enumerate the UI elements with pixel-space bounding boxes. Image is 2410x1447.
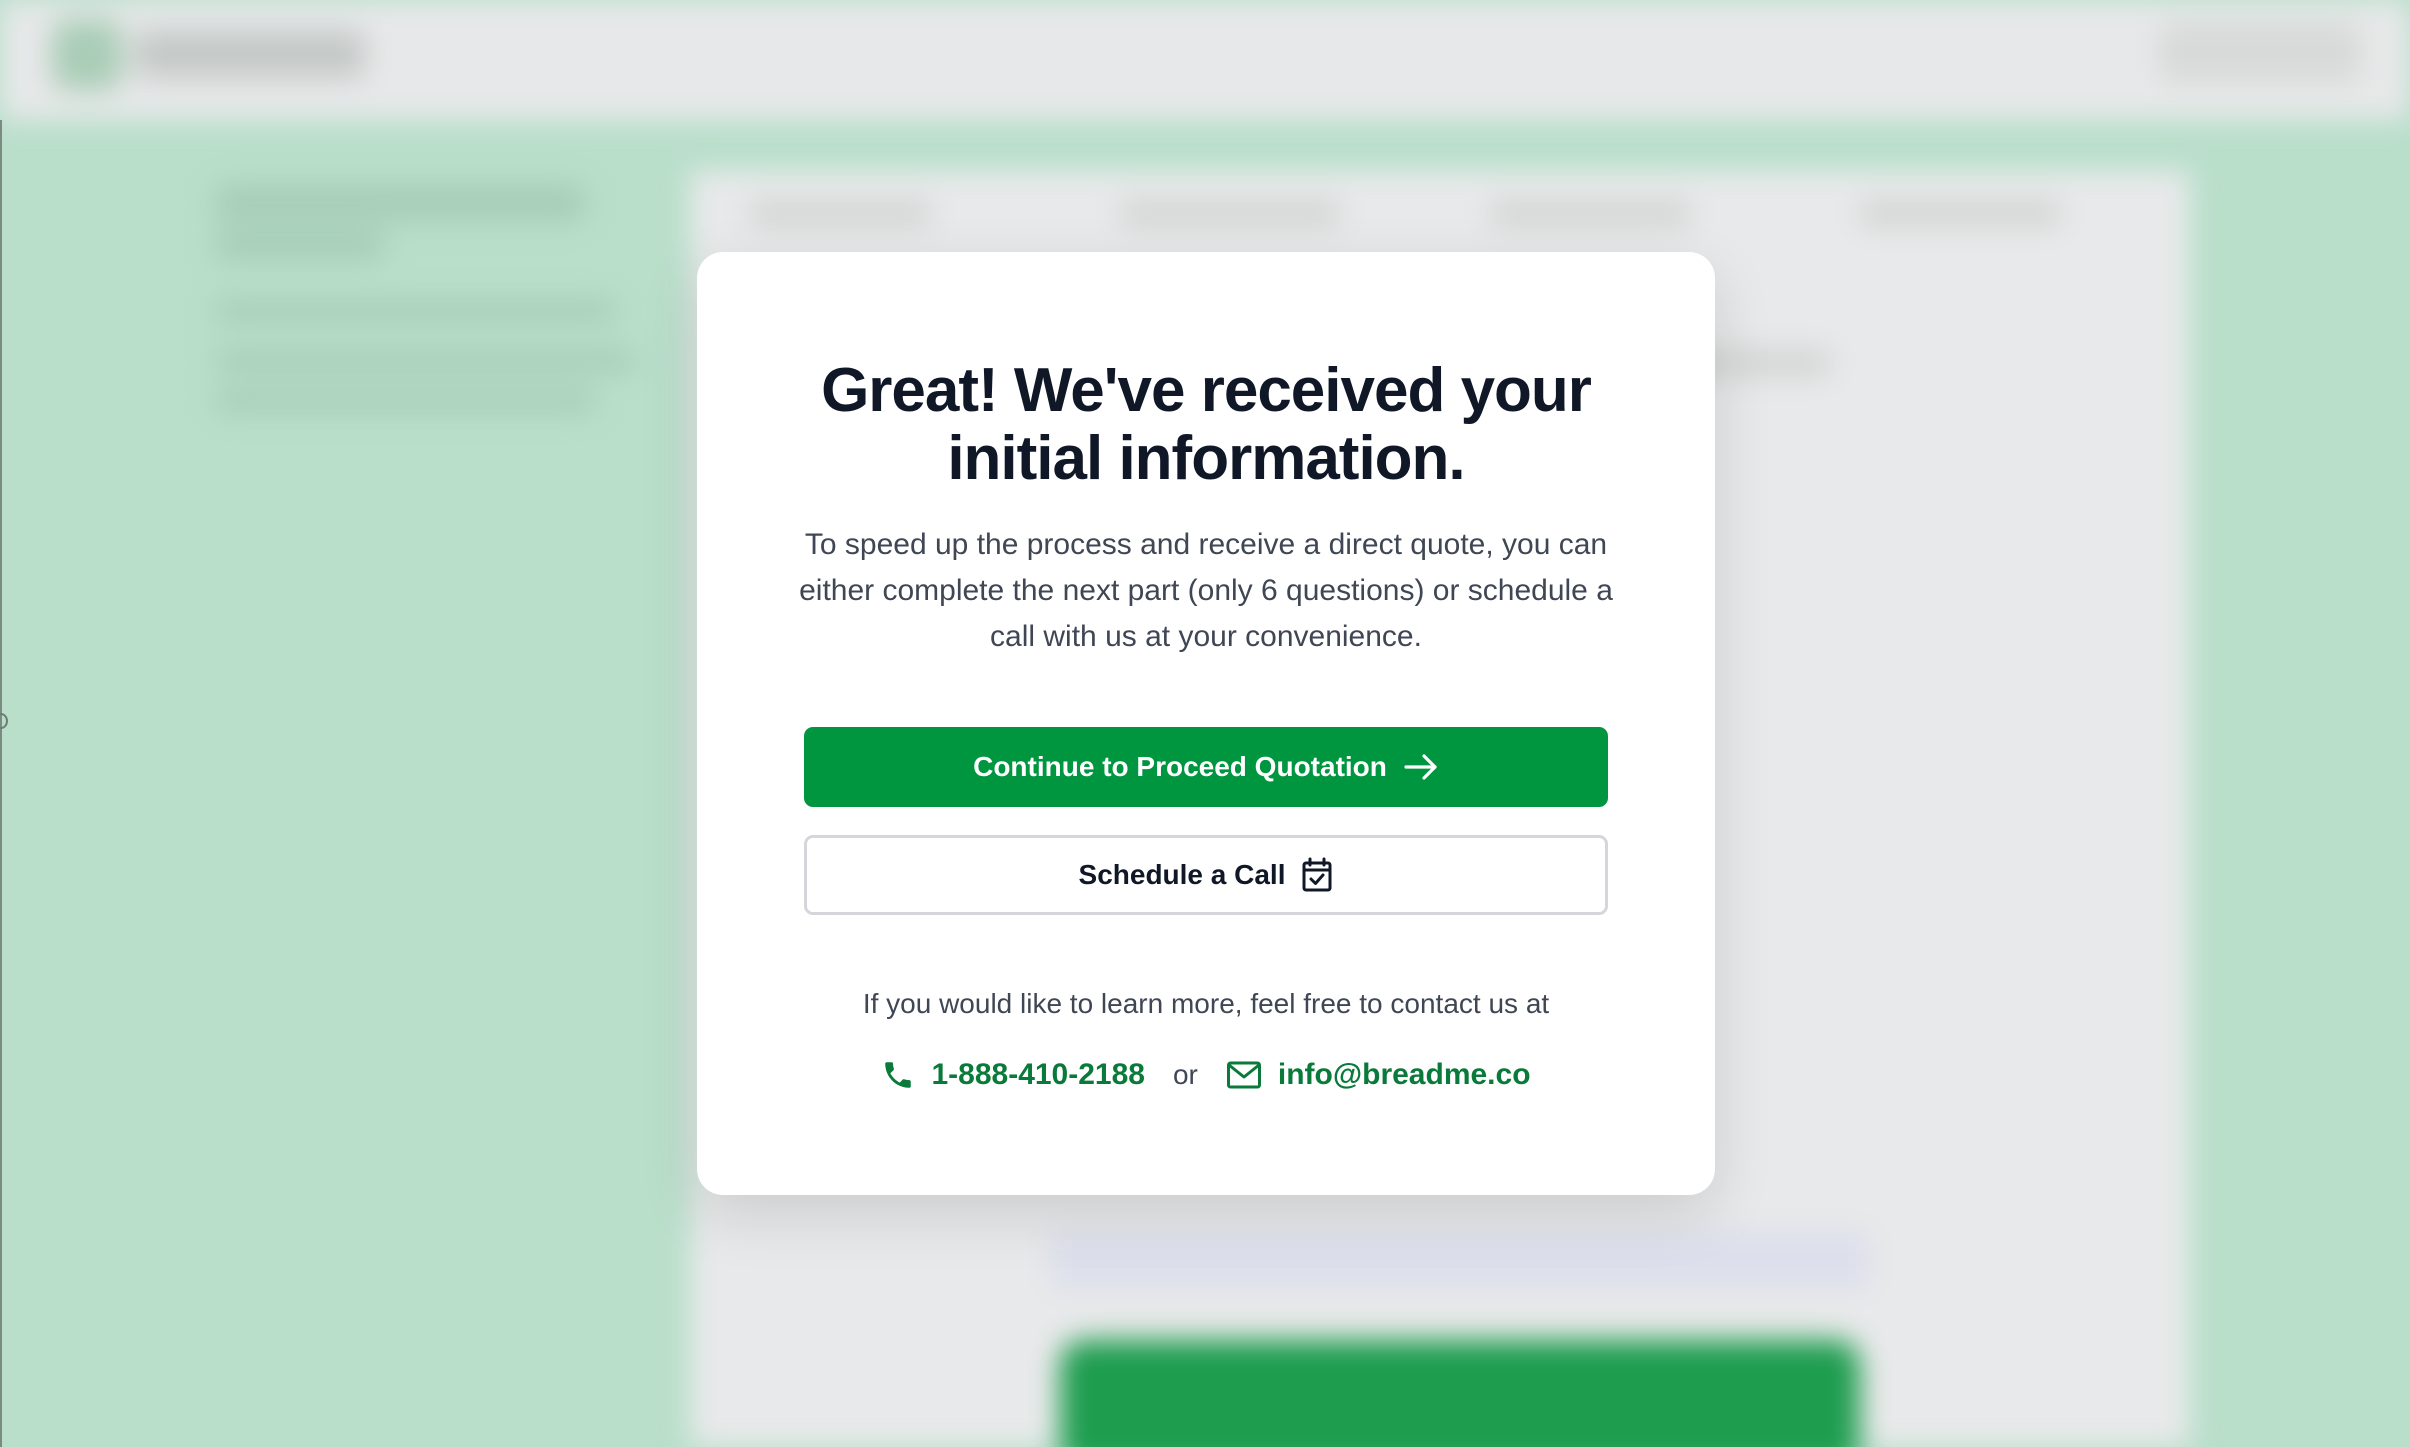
background-step	[1490, 200, 1690, 226]
schedule-call-button[interactable]: Schedule a Call	[804, 835, 1608, 915]
phone-link[interactable]: 1-888-410-2188	[881, 1058, 1145, 1092]
background-sidebar-subtitle	[215, 230, 385, 260]
background-logo-text	[135, 30, 365, 78]
contact-separator: or	[1172, 1059, 1198, 1090]
arrow-right-icon	[1404, 754, 1437, 780]
background-step	[1120, 200, 1340, 226]
confirmation-modal: Great! We've received your initial infor…	[697, 252, 1715, 1195]
background-input	[1050, 1230, 1870, 1290]
phone-number: 1-888-410-2188	[931, 1058, 1145, 1091]
phone-icon	[885, 1062, 912, 1088]
calendar-check-icon	[1302, 857, 1332, 892]
background-sidebar-line	[215, 300, 615, 322]
contact-options: 1-888-410-2188 or info@breadme.co	[757, 1047, 1655, 1103]
modal-title: Great! We've received your initial infor…	[821, 356, 1592, 493]
background-edge	[0, 120, 2, 1447]
background-sidebar-line	[215, 390, 595, 412]
modal-description: To speed up the process and receive a di…	[799, 528, 1613, 653]
background-logo-icon	[52, 20, 122, 90]
email-address: info@breadme.co	[1277, 1058, 1531, 1091]
background-sidebar-line	[215, 350, 635, 372]
schedule-call-label: Schedule a Call	[1078, 859, 1286, 890]
email-link[interactable]: info@breadme.co	[1226, 1058, 1531, 1092]
background-submit-button	[1060, 1340, 1860, 1447]
background-step	[750, 200, 930, 226]
contact-prompt-text: If you would like to learn more, feel fr…	[862, 988, 1550, 1019]
background-header	[0, 0, 2410, 120]
continue-quotation-button[interactable]: Continue to Proceed Quotation	[804, 727, 1608, 807]
continue-quotation-label: Continue to Proceed Quotation	[973, 751, 1387, 782]
background-sidebar-title	[215, 185, 585, 221]
mail-icon	[1226, 1061, 1261, 1089]
background-step	[1860, 200, 2060, 226]
background-header-action	[2160, 22, 2360, 82]
